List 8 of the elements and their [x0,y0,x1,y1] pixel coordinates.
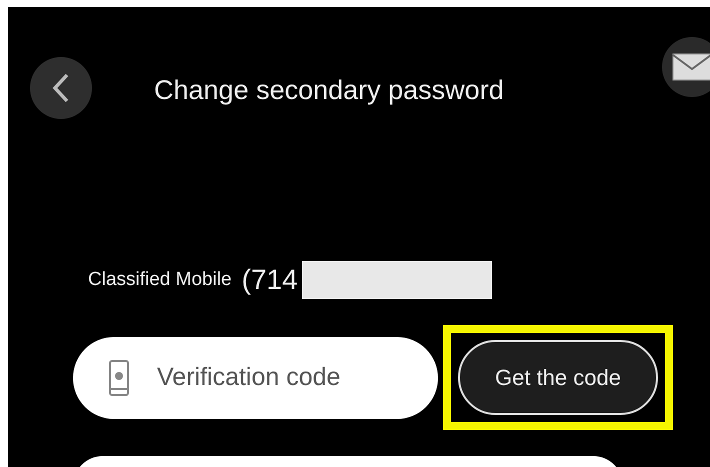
back-icon [51,72,71,104]
mobile-number: (714 [242,264,298,296]
verification-code-field[interactable]: Verification code [73,336,438,418]
get-code-button[interactable]: Get the code [458,340,658,415]
envelope-icon [672,53,710,81]
page-title: Change secondary password [154,75,505,106]
mobile-label: Classified Mobile [88,269,232,291]
mail-button[interactable] [662,37,710,97]
